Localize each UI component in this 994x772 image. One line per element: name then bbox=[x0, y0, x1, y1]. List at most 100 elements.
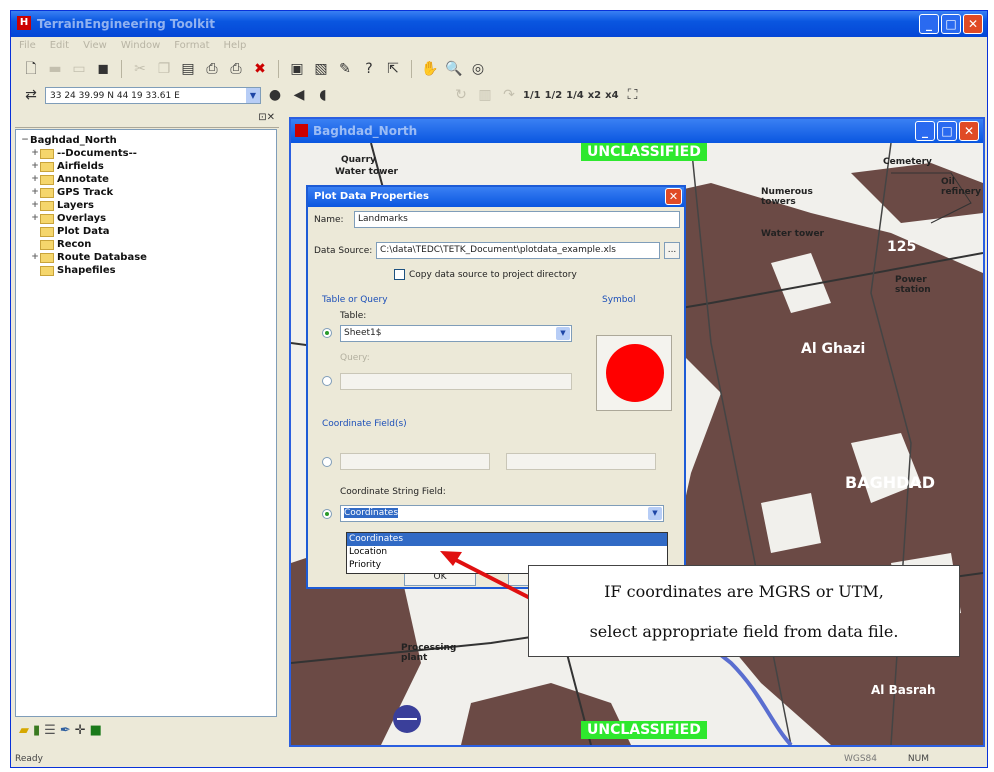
tree-item-documents[interactable]: + --Documents-- bbox=[20, 147, 276, 160]
map-maximize-button[interactable]: □ bbox=[937, 121, 957, 141]
menu-window[interactable]: Window bbox=[121, 37, 160, 55]
menu-edit[interactable]: Edit bbox=[50, 37, 69, 55]
half-circle-icon[interactable]: ◖ bbox=[313, 85, 333, 105]
tree-item-plot-data[interactable]: Plot Data bbox=[20, 225, 276, 238]
print-icon[interactable]: ⎙ bbox=[202, 59, 222, 79]
map-label-cemetery: Cemetery bbox=[883, 157, 932, 167]
dialog-close-button[interactable]: ✕ bbox=[665, 188, 682, 205]
pointer-icon[interactable]: ⇱ bbox=[383, 59, 403, 79]
map-label-baghdad: BAGHDAD bbox=[845, 473, 936, 492]
record-icon[interactable]: ● bbox=[265, 85, 285, 105]
zoom-1-2[interactable]: 1/2 bbox=[545, 90, 563, 101]
folder-icon bbox=[40, 226, 54, 237]
coordinate-toolbar: ⇄ 33 24 39.99 N 44 19 33.61 E ▼ ● ◀ ◖ ↻ … bbox=[11, 83, 987, 107]
close-button[interactable]: ✕ bbox=[963, 14, 983, 34]
copy-source-checkbox[interactable] bbox=[394, 269, 405, 280]
dropdown-option[interactable]: Location bbox=[347, 546, 667, 559]
document-tab-icon[interactable]: ▮ bbox=[33, 723, 40, 738]
help-icon[interactable]: ? bbox=[359, 59, 379, 79]
table-radio[interactable] bbox=[322, 328, 332, 338]
redo-icon[interactable]: ↷ bbox=[499, 85, 519, 105]
red-circle-symbol bbox=[606, 344, 664, 402]
project-panel: ⊡✕ − Baghdad_North + --Documents-- + Airfie… bbox=[15, 111, 279, 747]
tree-root[interactable]: − Baghdad_North bbox=[20, 134, 276, 147]
coordinate-fields-radio[interactable] bbox=[322, 457, 332, 467]
menu-format[interactable]: Format bbox=[174, 37, 209, 55]
query-radio[interactable] bbox=[322, 376, 332, 386]
menu-help[interactable]: Help bbox=[224, 37, 247, 55]
coordinate-string-radio[interactable] bbox=[322, 509, 332, 519]
zoom-x2[interactable]: x2 bbox=[588, 90, 601, 101]
new-file-icon[interactable]: 🗋 bbox=[21, 59, 41, 79]
dialog-title: Plot Data Properties bbox=[314, 191, 429, 202]
paste-icon[interactable]: ▤ bbox=[178, 59, 198, 79]
map-label-al-ghazi: Al Ghazi bbox=[801, 341, 866, 357]
menu-file[interactable]: File bbox=[19, 37, 36, 55]
coordinate-string-select[interactable]: Coordinates ▼ bbox=[340, 505, 664, 522]
cut-icon[interactable]: ✂ bbox=[130, 59, 150, 79]
pan-icon[interactable]: ✋ bbox=[420, 59, 440, 79]
back-icon[interactable]: ◀ bbox=[289, 85, 309, 105]
delete-icon[interactable]: ✖ bbox=[250, 59, 270, 79]
layer-icon[interactable]: ▥ bbox=[475, 85, 495, 105]
tree-item-gps-track[interactable]: + GPS Track bbox=[20, 186, 276, 199]
zoom-x4[interactable]: x4 bbox=[605, 90, 618, 101]
copy-icon[interactable]: ❐ bbox=[154, 59, 174, 79]
minimize-button[interactable]: _ bbox=[919, 14, 939, 34]
chevron-down-icon[interactable]: ▼ bbox=[648, 507, 662, 520]
map-window-icon[interactable]: ▧ bbox=[311, 59, 331, 79]
folder-icon bbox=[40, 213, 54, 224]
table-select[interactable]: Sheet1$ ▼ bbox=[340, 325, 572, 342]
tree-item-shapefiles[interactable]: Shapefiles bbox=[20, 264, 276, 277]
pin-close-icon[interactable]: ⊡✕ bbox=[258, 112, 275, 123]
dropdown-option[interactable]: Coordinates bbox=[347, 533, 667, 546]
maximize-button[interactable]: □ bbox=[941, 14, 961, 34]
tree-item-airfields[interactable]: + Airfields bbox=[20, 160, 276, 173]
list-tab-icon[interactable]: ☰ bbox=[44, 723, 56, 738]
browse-button[interactable]: ... bbox=[664, 242, 680, 259]
dialog-titlebar: Plot Data Properties ✕ bbox=[308, 187, 684, 207]
name-field[interactable]: Landmarks bbox=[354, 211, 680, 228]
globe-icon[interactable]: ◎ bbox=[468, 59, 488, 79]
tree-item-layers[interactable]: + Layers bbox=[20, 199, 276, 212]
tree-item-overlays[interactable]: + Overlays bbox=[20, 212, 276, 225]
map-window-icon bbox=[295, 124, 308, 137]
menu-view[interactable]: View bbox=[83, 37, 107, 55]
query-field[interactable] bbox=[340, 373, 572, 390]
latitude-field-select[interactable] bbox=[340, 453, 490, 470]
open-icon[interactable]: ▬ bbox=[45, 59, 65, 79]
folder-tab-icon[interactable]: ▰ bbox=[19, 723, 29, 738]
chevron-down-icon[interactable]: ▼ bbox=[246, 87, 260, 103]
tree-item-recon[interactable]: Recon bbox=[20, 238, 276, 251]
refresh-icon[interactable]: ↻ bbox=[451, 85, 471, 105]
save-icon[interactable]: ▭ bbox=[69, 59, 89, 79]
coordinate-icon[interactable]: ⇄ bbox=[21, 85, 41, 105]
tree-item-annotate[interactable]: + Annotate bbox=[20, 173, 276, 186]
map-label-water-tower-2: Water tower bbox=[761, 229, 824, 239]
pen-tab-icon[interactable]: ✒ bbox=[60, 723, 71, 738]
zoom-1-4[interactable]: 1/4 bbox=[566, 90, 584, 101]
zoom-icon[interactable]: 🔍 bbox=[444, 59, 464, 79]
save-all-icon[interactable]: ◼ bbox=[93, 59, 113, 79]
map-minimize-button[interactable]: _ bbox=[915, 121, 935, 141]
tree-item-route-database[interactable]: + Route Database bbox=[20, 251, 276, 264]
folder-icon bbox=[40, 265, 54, 276]
longitude-field-select[interactable] bbox=[506, 453, 656, 470]
print-preview-icon[interactable]: ⎙ bbox=[226, 59, 246, 79]
map-close-button[interactable]: ✕ bbox=[959, 121, 979, 141]
data-source-field[interactable]: C:\data\TEDC\TETK_Document\plotdata_exam… bbox=[376, 242, 660, 259]
symbol-preview[interactable] bbox=[596, 335, 672, 411]
callout-line-1: IF coordinates are MGRS or UTM, bbox=[604, 582, 884, 601]
map-tab-icon[interactable]: ■ bbox=[90, 723, 102, 738]
window-icon[interactable]: ▣ bbox=[287, 59, 307, 79]
chevron-down-icon[interactable]: ▼ bbox=[556, 327, 570, 340]
coordinate-dropdown[interactable]: 33 24 39.99 N 44 19 33.61 E ▼ bbox=[45, 86, 261, 104]
classification-top: UNCLASSIFIED bbox=[581, 143, 707, 161]
zoom-1-1[interactable]: 1/1 bbox=[523, 90, 541, 101]
fit-icon[interactable]: ⛶ bbox=[623, 85, 643, 105]
status-text: Ready bbox=[15, 754, 43, 764]
map-label-water-tower: Water tower bbox=[335, 167, 398, 177]
folder-icon bbox=[40, 148, 54, 159]
crosshair-tab-icon[interactable]: ✛ bbox=[75, 723, 86, 738]
pencil-icon[interactable]: ✎ bbox=[335, 59, 355, 79]
